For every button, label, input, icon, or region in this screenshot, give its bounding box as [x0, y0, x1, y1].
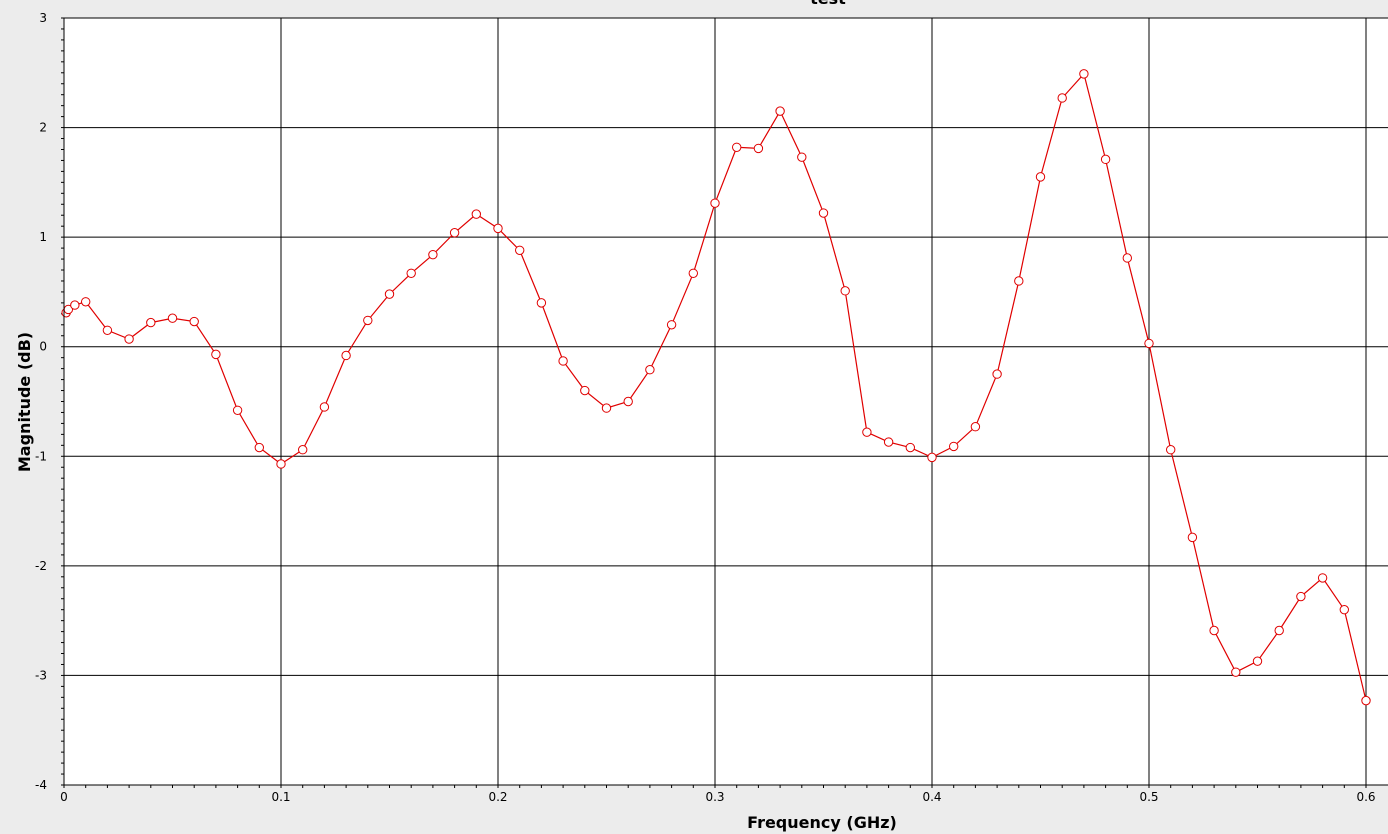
data-point-marker [1057, 93, 1067, 103]
data-point-marker [1296, 591, 1306, 602]
data-point-marker [189, 316, 199, 327]
data-point-marker [992, 369, 1002, 379]
data-point-marker [428, 249, 438, 260]
y-tick-label: -4 [35, 778, 47, 792]
plot-area-background [64, 18, 1388, 785]
data-point-marker [883, 437, 894, 447]
x-tick-label: 0.1 [271, 790, 290, 804]
y-tick-label: 0 [39, 340, 47, 354]
data-point-marker [493, 223, 503, 234]
y-tick-label: -3 [35, 668, 47, 682]
data-point-marker [1122, 253, 1133, 263]
data-point-marker [536, 298, 547, 308]
data-point-marker [1166, 445, 1176, 455]
data-point-marker [666, 320, 677, 330]
data-point-marker [515, 245, 525, 255]
data-point-marker [732, 142, 742, 152]
data-point-marker [146, 317, 156, 328]
data-point-marker [1317, 573, 1328, 583]
data-point-marker [167, 313, 178, 323]
data-point-marker [276, 459, 286, 469]
y-axis-title: Magnitude (dB) [15, 332, 34, 472]
data-point-marker [775, 106, 785, 116]
data-point-marker [406, 268, 416, 279]
data-point-marker [81, 297, 91, 307]
chart-title: test [810, 0, 846, 8]
data-point-marker [645, 365, 655, 375]
data-point-marker [254, 442, 264, 453]
data-point-marker [341, 350, 351, 361]
data-point-marker [70, 300, 80, 310]
data-point-marker [1252, 656, 1263, 666]
data-point-marker [862, 427, 872, 437]
data-point-marker [319, 402, 330, 412]
data-point-marker [753, 143, 764, 154]
data-point-marker [102, 325, 113, 335]
data-point-marker [232, 405, 243, 415]
data-point-marker [927, 452, 937, 463]
x-tick-label: 0.2 [488, 790, 507, 804]
data-point-marker [601, 403, 612, 413]
data-point-marker [363, 315, 373, 326]
data-point-marker [623, 396, 633, 407]
data-point-marker [1100, 154, 1111, 165]
data-point-marker [710, 198, 720, 208]
data-point-marker [384, 289, 395, 299]
data-point-marker [970, 422, 981, 432]
data-point-marker [1274, 625, 1284, 636]
data-point-marker [1361, 695, 1371, 706]
data-point-marker [688, 268, 698, 279]
x-tick-label: 0.6 [1356, 790, 1375, 804]
data-point-marker [580, 385, 590, 396]
data-point-marker [1035, 172, 1046, 182]
data-point-marker [471, 209, 481, 219]
data-point-marker [840, 286, 850, 296]
data-point-marker [905, 442, 915, 453]
data-point-marker [1339, 604, 1350, 615]
data-point-marker [1231, 667, 1241, 677]
data-point-marker [298, 445, 308, 455]
x-axis-title: Frequency (GHz) [747, 813, 897, 832]
data-point-marker [449, 228, 460, 238]
y-tick-label: -2 [35, 559, 47, 573]
data-point-marker [1187, 532, 1198, 543]
x-tick-label: 0.5 [1139, 790, 1158, 804]
data-point-marker [211, 349, 221, 360]
y-tick-label: -1 [35, 449, 47, 463]
data-point-marker [1014, 276, 1024, 286]
data-point-marker [1079, 69, 1089, 79]
line-chart: 0 0.1 0.2 0.3 0.4 0.5 0.6 -4 -3 -2 -1 0 1 2 3 test Fre… [15, 0, 1388, 832]
y-tick-label: 3 [39, 11, 47, 25]
data-point-marker [818, 208, 829, 218]
data-point-marker [797, 152, 807, 162]
y-tick-label: 2 [39, 121, 47, 135]
y-tick-label: 1 [39, 230, 47, 244]
x-tick-label: 0.3 [705, 790, 724, 804]
x-tick-label: 0.4 [922, 790, 941, 804]
data-point-marker [1209, 625, 1219, 636]
data-point-marker [124, 334, 134, 344]
data-point-marker [949, 441, 959, 452]
data-point-marker [1144, 338, 1154, 349]
x-tick-label: 0 [60, 790, 68, 804]
data-point-marker [558, 356, 568, 366]
